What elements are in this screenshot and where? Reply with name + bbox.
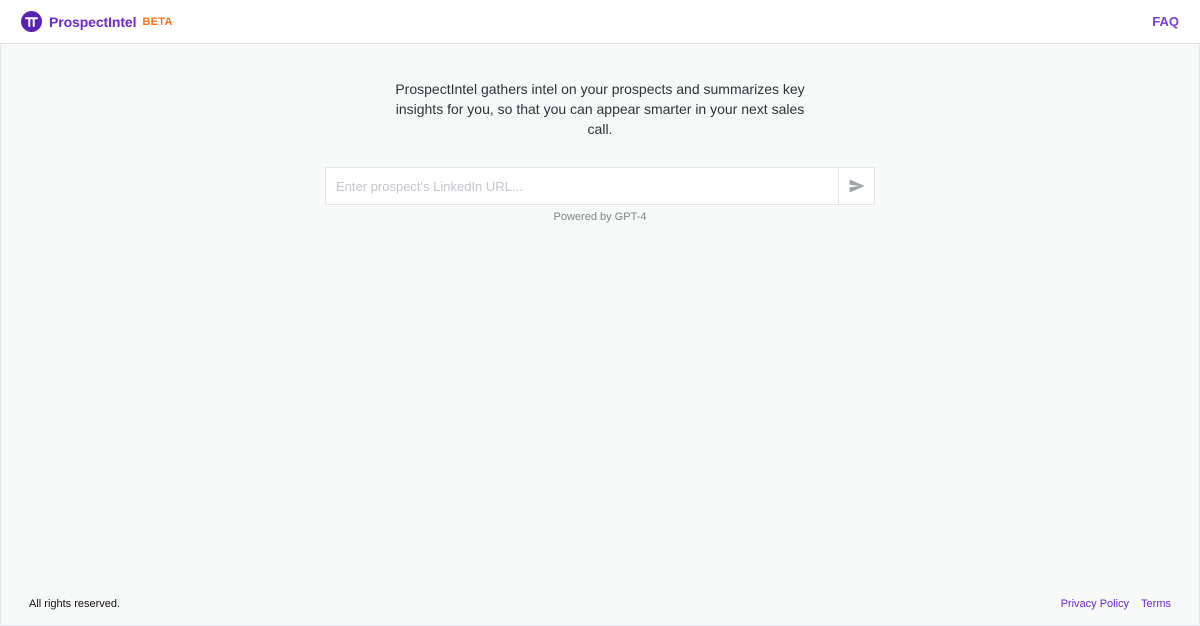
powered-by-text: Powered by GPT-4 xyxy=(553,211,647,223)
send-icon xyxy=(849,179,865,193)
footer-links: Privacy Policy Terms xyxy=(1061,598,1171,610)
top-navbar: ProspectIntel BETA FAQ xyxy=(0,0,1200,44)
beta-badge: BETA xyxy=(142,16,173,28)
linkedin-url-form xyxy=(325,167,875,205)
pi-glyph-icon xyxy=(25,17,38,27)
submit-button[interactable] xyxy=(838,168,874,204)
copyright-text: All rights reserved. xyxy=(29,598,121,610)
faq-link[interactable]: FAQ xyxy=(1152,14,1179,29)
brand-home-link[interactable]: ProspectIntel BETA xyxy=(21,11,173,32)
terms-link[interactable]: Terms xyxy=(1141,598,1171,610)
linkedin-url-input[interactable] xyxy=(326,168,838,204)
brand-name: ProspectIntel xyxy=(49,13,137,30)
logo-icon xyxy=(21,11,42,32)
intro-text: ProspectIntel gathers intel on your pros… xyxy=(395,81,805,137)
privacy-policy-link[interactable]: Privacy Policy xyxy=(1061,598,1129,610)
